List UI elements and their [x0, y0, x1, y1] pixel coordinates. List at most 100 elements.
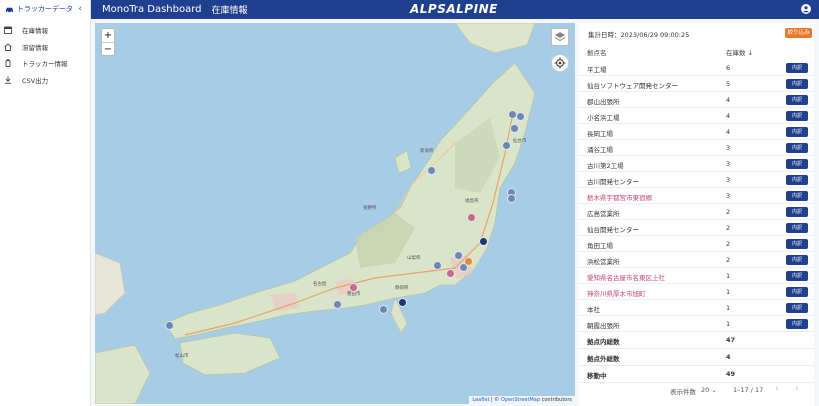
map-marker[interactable] [433, 261, 442, 270]
detail-button[interactable]: 内訳 [786, 143, 808, 153]
table-row: 郡山出張所 4 内訳 [579, 92, 814, 108]
tracker-icon [4, 59, 12, 68]
home-icon [4, 42, 12, 51]
filter-button[interactable]: 絞り込み [785, 28, 812, 38]
detail-button[interactable]: 内訳 [786, 127, 808, 137]
brand-logo: ALPSALPINE [410, 2, 498, 16]
collapse-chevron-icon[interactable]: ‹ [78, 4, 82, 14]
column-stock-count[interactable]: 在庫数 ↓ [726, 47, 753, 57]
sidebar-item-label: CSV出力 [22, 76, 49, 85]
next-page-button[interactable]: › [795, 384, 799, 394]
zoom-in-button[interactable]: + [102, 29, 114, 42]
user-account-icon[interactable] [801, 4, 811, 14]
map-place-label: 名古屋 [313, 282, 327, 287]
site-name: 小名浜工場 [587, 114, 620, 122]
detail-button[interactable]: 内訳 [786, 79, 808, 89]
detail-button[interactable]: 内訳 [786, 287, 808, 297]
site-name: 栃木県宇都宮市東宿郷 [587, 194, 652, 202]
detail-button[interactable]: 内訳 [786, 255, 808, 265]
map-marker[interactable] [379, 305, 388, 314]
site-name: 仙台ソフトウェア開発センター [587, 82, 678, 90]
japan-land-shapes [95, 23, 536, 404]
map-marker[interactable] [502, 141, 511, 150]
table-row: 愛知県名古屋市名東区上社 1 内訳 [579, 268, 814, 284]
detail-button[interactable]: 内訳 [786, 95, 808, 105]
table-row: 浜松営業所 2 内訳 [579, 252, 814, 268]
sidebar-item-csv[interactable]: CSV出力 [0, 72, 90, 89]
sidebar-item-label: 在庫情報 [22, 27, 48, 36]
site-name: 角田工場 [587, 242, 613, 250]
stock-count: 2 [726, 208, 731, 216]
pagination: 表示件数 20 ⌄ 1–17 / 17 ‹ › [579, 381, 814, 399]
summary-count: 4 [726, 353, 731, 361]
map-marker[interactable] [507, 194, 516, 203]
summary-label: 移動中 [587, 372, 607, 380]
table-row: 長岡工場 4 内訳 [579, 124, 814, 140]
detail-button[interactable]: 内訳 [786, 303, 808, 313]
sidebar-item-retention[interactable]: 滞留情報 [0, 39, 90, 56]
stock-count: 4 [726, 112, 731, 120]
stock-count: 3 [726, 192, 731, 200]
site-name: 広島営業所 [587, 210, 620, 218]
prev-page-button[interactable]: ‹ [775, 384, 779, 394]
map-marker[interactable] [516, 112, 525, 121]
table-row: 古川第2工場 3 内訳 [579, 156, 814, 172]
sidebar-item-label: トラッカー情報 [22, 60, 68, 69]
attribution-tail: contributors [540, 397, 572, 403]
map-marker[interactable] [427, 166, 436, 175]
map-marker[interactable] [510, 124, 519, 133]
leaflet-link[interactable]: Leaflet [472, 397, 489, 403]
map-marker[interactable] [467, 213, 476, 222]
detail-button[interactable]: 内訳 [786, 271, 808, 281]
car-icon [6, 7, 13, 13]
detail-button[interactable]: 内訳 [786, 239, 808, 249]
detail-button[interactable]: 内訳 [786, 111, 808, 121]
rows-per-page-select[interactable]: 20 ⌄ [701, 386, 717, 394]
detail-button[interactable]: 内訳 [786, 159, 808, 169]
detail-button[interactable]: 内訳 [786, 223, 808, 233]
locate-button[interactable] [551, 54, 569, 72]
detail-button[interactable]: 内訳 [786, 319, 808, 329]
map-marker[interactable] [333, 300, 342, 309]
map-attribution: Leaflet | © OpenStreetMap contributors [469, 396, 575, 404]
map-marker[interactable] [398, 298, 407, 307]
page-title: 在庫情報 [211, 6, 248, 16]
site-name: 朝霞出張所 [587, 322, 620, 330]
page-range: 1–17 / 17 [733, 386, 764, 394]
sidebar-item-tracker[interactable]: トラッカー情報 [0, 55, 90, 72]
map-marker[interactable] [459, 263, 468, 272]
map-marker[interactable] [349, 283, 358, 292]
osm-link[interactable]: OpenStreetMap [501, 397, 540, 403]
map-marker[interactable] [165, 321, 174, 330]
sidebar-header[interactable]: トラッカーデータ ‹ [0, 0, 90, 18]
map-marker[interactable] [479, 237, 488, 246]
stock-count: 2 [726, 240, 731, 248]
map-marker[interactable] [454, 251, 463, 260]
column-site-name[interactable]: 拠点名 [587, 47, 607, 57]
stock-count: 2 [726, 256, 731, 264]
stock-count: 1 [726, 288, 731, 296]
stock-count: 1 [726, 272, 731, 280]
detail-button[interactable]: 内訳 [786, 63, 808, 73]
sidebar-item-label: 滞留情報 [22, 43, 48, 52]
site-name: 涌谷工場 [587, 146, 613, 154]
sidebar-item-inventory[interactable]: 在庫情報 [0, 22, 90, 39]
summary-label: 拠点外総数 [587, 355, 620, 363]
detail-button[interactable]: 内訳 [786, 191, 808, 201]
layers-button[interactable] [551, 28, 569, 46]
map-view[interactable]: 新潟県 福島県 長野県 山梨県 静岡県 松山市 仙台市 名古屋 豊田市 + − … [95, 23, 575, 404]
detail-button[interactable]: 内訳 [786, 207, 808, 217]
app-header: MonoTra Dashboard 在庫情報 ALPSALPINE [91, 0, 819, 19]
table-row: 古川開発センター 3 内訳 [579, 172, 814, 188]
zoom-out-button[interactable]: − [102, 42, 114, 55]
detail-button[interactable]: 内訳 [786, 175, 808, 185]
map-marker[interactable] [446, 269, 455, 278]
map-place-label: 仙台市 [513, 139, 527, 144]
table-row: 平工場 6 内訳 [579, 60, 814, 76]
attribution-separator: | © [489, 397, 501, 403]
aggregate-datetime: 集計日時：2023/06/29 09:00:25 [588, 31, 690, 39]
inventory-panel: 集計日時：2023/06/29 09:00:25 絞り込み 拠点名 在庫数 ↓ … [579, 23, 814, 406]
site-name: 浜松営業所 [587, 258, 620, 266]
chevron-down-icon: ⌄ [711, 386, 717, 394]
site-name: 神奈川県厚木市旭町 [587, 290, 646, 298]
